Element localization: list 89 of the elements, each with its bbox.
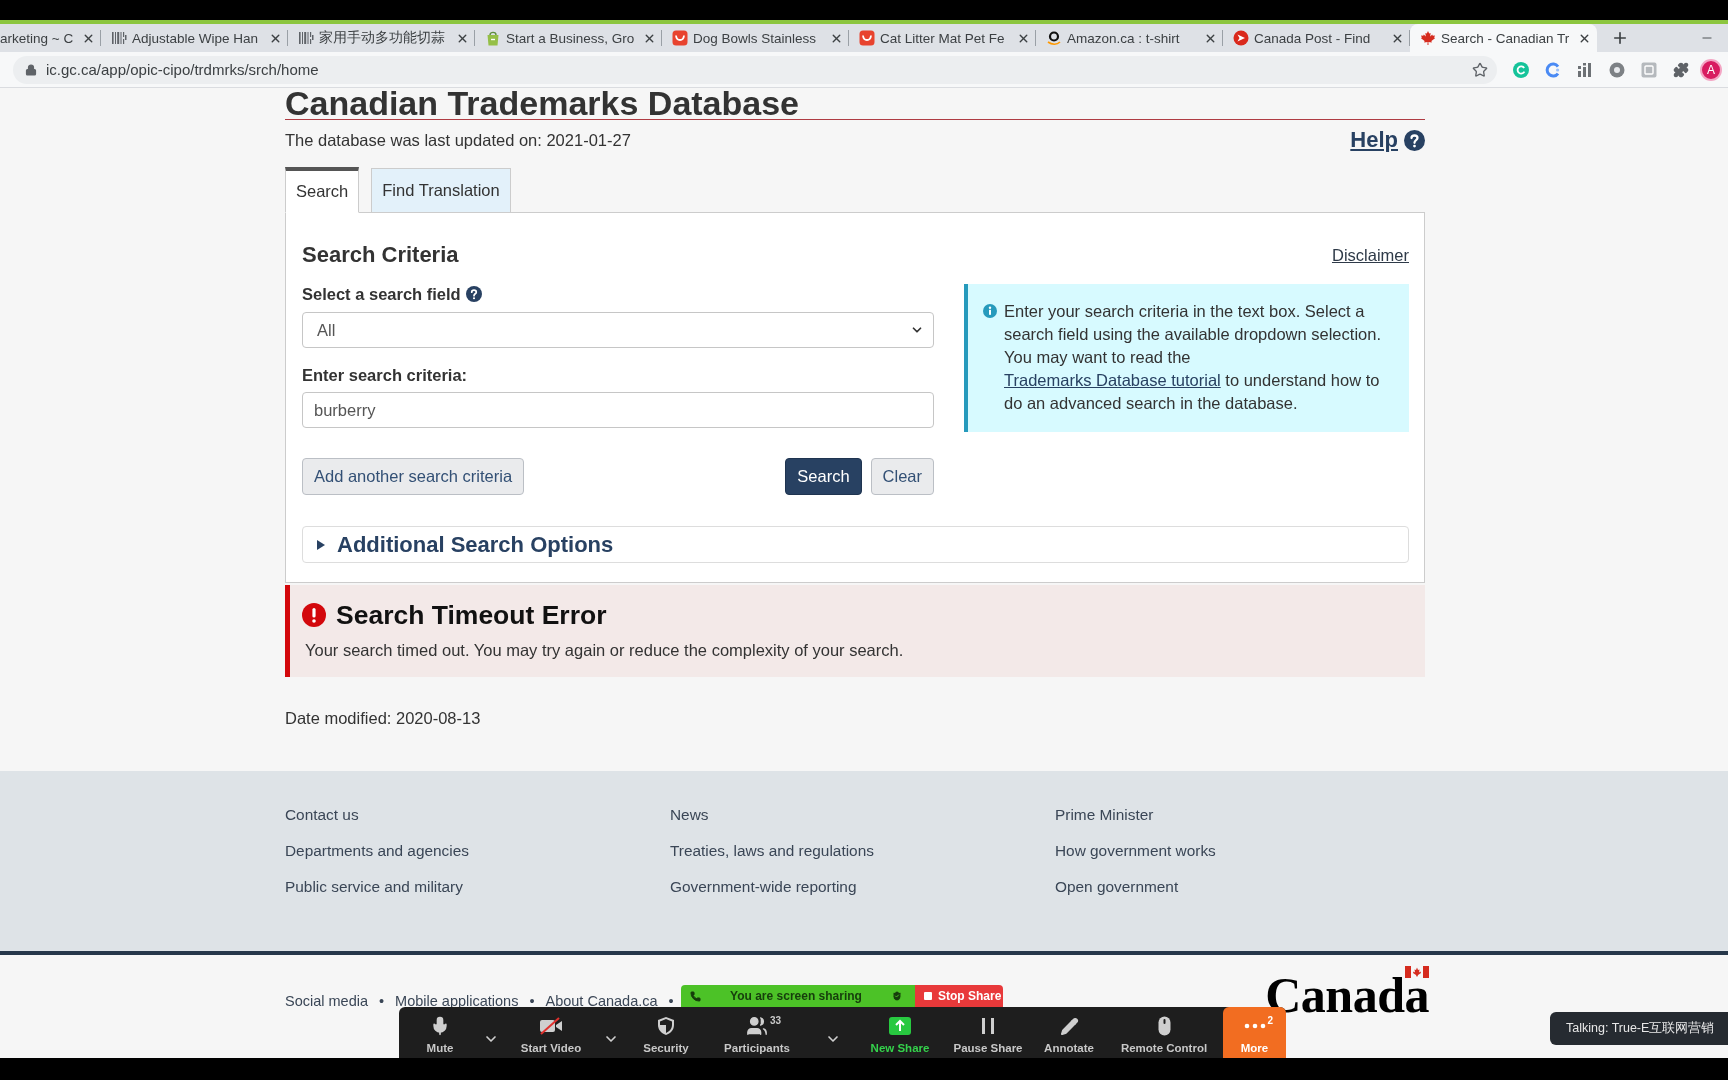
address-bar[interactable]: ic.gc.ca/app/opic-cipo/trdmrks/srch/home xyxy=(13,55,1497,84)
footer-link[interactable]: Departments and agencies xyxy=(285,841,469,861)
add-criteria-button[interactable]: Add another search criteria xyxy=(302,458,525,495)
footer-link[interactable]: Government-wide reporting xyxy=(670,877,857,897)
help-link[interactable]: Help xyxy=(1350,127,1425,153)
clear-button[interactable]: Clear xyxy=(870,458,934,495)
flag-icon xyxy=(1405,966,1429,978)
caret-right-icon xyxy=(317,539,325,550)
pause-share-button[interactable]: Pause Share xyxy=(947,1007,1029,1058)
mute-button[interactable]: Mute xyxy=(409,1007,471,1058)
error-title: Search Timeout Error xyxy=(336,599,607,631)
mouse-icon xyxy=(1157,1016,1171,1036)
additional-options-toggle[interactable]: Additional Search Options xyxy=(302,526,1409,563)
field-label: Enter search criteria: xyxy=(302,365,468,385)
shopping-bag-icon xyxy=(485,30,501,46)
record-icon[interactable] xyxy=(1609,61,1625,78)
ellipsis-icon xyxy=(1243,1023,1266,1029)
section-heading: Search Criteria xyxy=(302,242,459,268)
browser-tab[interactable]: 家用手动多功能切蒜 xyxy=(288,24,475,52)
lock-icon xyxy=(25,63,37,76)
page-tab[interactable]: Find Translation xyxy=(371,168,511,213)
browser-tab[interactable]: Cat Litter Mat Pet Fe xyxy=(849,24,1036,52)
footer-link[interactable]: Public service and military xyxy=(285,877,463,897)
help-icon xyxy=(1404,129,1425,151)
browser-tab[interactable]: Adjustable Wipe Han xyxy=(101,24,288,52)
footer-link[interactable]: Prime Minister xyxy=(1055,805,1154,825)
shield-check-icon xyxy=(891,990,903,1002)
date-modified-text: Date modified: 2020-08-13 xyxy=(285,708,482,728)
browser-tab[interactable]: Search - Canadian Tr xyxy=(1410,24,1597,52)
footer-link[interactable]: About Canada.ca xyxy=(545,993,658,1009)
smile-tile-icon xyxy=(672,30,688,46)
shield-icon xyxy=(657,1016,675,1036)
video-off-icon xyxy=(538,1016,564,1036)
browser-tab[interactable]: Start a Business, Gro xyxy=(475,24,662,52)
people-icon xyxy=(746,1015,768,1037)
tutorial-link[interactable]: Trademarks Database tutorial xyxy=(1004,371,1221,389)
bullet-separator: • xyxy=(529,993,535,1009)
tile-icon[interactable] xyxy=(1641,61,1657,78)
search-criteria-field[interactable]: burberry xyxy=(302,392,934,428)
info-text: Enter your search criteria in the text box. Select a search field using the available dropdown selection. You may want to read the Trademarks Database tutorial to understand how to do an advanced search in the database. xyxy=(1004,301,1382,414)
footer-link[interactable]: News xyxy=(670,805,709,825)
footer-link[interactable]: Contact us xyxy=(285,805,359,825)
pencil-icon xyxy=(1059,1016,1079,1036)
barcode-icon xyxy=(298,30,314,46)
info-icon xyxy=(983,304,997,318)
bars-icon[interactable] xyxy=(1577,61,1593,78)
star-icon[interactable] xyxy=(1472,61,1488,78)
stop-share-button[interactable]: Stop Share xyxy=(915,985,1003,1007)
browser-tab[interactable]: Dog Bowls Stainless xyxy=(662,24,849,52)
remote-control-button[interactable]: Remote Control xyxy=(1109,1007,1219,1058)
search-field-select[interactable]: All xyxy=(302,312,934,348)
error-message: Your search timed out. You may try again or reduce the complexity of your search. xyxy=(305,640,905,661)
search-button[interactable]: Search xyxy=(785,458,862,495)
footer-link[interactable]: Mobile applications xyxy=(395,993,519,1009)
footer-link[interactable]: Open government xyxy=(1055,877,1179,897)
browser-tab[interactable]: Canada Post - Find xyxy=(1223,24,1410,52)
security-button[interactable]: Security xyxy=(631,1007,701,1058)
browser-tab[interactable]: Amazon.ca : t-shirt xyxy=(1036,24,1223,52)
ring-smile-icon xyxy=(1046,30,1062,46)
video-button[interactable]: Start Video xyxy=(511,1007,591,1058)
new-share-button[interactable]: New Share xyxy=(853,1007,947,1058)
ring-icon[interactable] xyxy=(1545,61,1561,78)
share-status-text: You are screen sharing xyxy=(729,989,863,1003)
talking-indicator: Talking: True-E互联网营销 xyxy=(1550,1012,1728,1045)
bullet-separator: • xyxy=(668,993,674,1009)
footer-link[interactable]: Treaties, laws and regulations xyxy=(670,841,874,861)
barcode-icon xyxy=(111,30,127,46)
participants-button[interactable]: 33 Participants xyxy=(701,1007,813,1058)
stop-icon xyxy=(924,992,932,1000)
disclaimer-link[interactable]: Disclaimer xyxy=(1332,245,1409,265)
puzzle-icon[interactable] xyxy=(1673,61,1689,78)
page-tab[interactable]: Search xyxy=(285,167,360,213)
help-icon xyxy=(465,286,482,302)
phone-icon xyxy=(690,990,701,1002)
footer-link[interactable]: How government works xyxy=(1055,841,1216,861)
profile-button[interactable]: A xyxy=(1700,58,1722,81)
page-title: Canadian Trademarks Database xyxy=(285,88,801,118)
last-updated-text: The database was last updated on: 2021-01-27 xyxy=(285,130,631,150)
pause-icon xyxy=(981,1017,995,1035)
plus-icon[interactable] xyxy=(1611,29,1629,47)
footer-link[interactable]: Social media xyxy=(285,993,368,1009)
exclamation-circle-icon xyxy=(302,603,326,627)
microphone-icon xyxy=(430,1016,450,1036)
play-circle-icon xyxy=(1233,30,1249,46)
annotate-button[interactable]: Annotate xyxy=(1029,1007,1109,1058)
browser-tab[interactable]: arketing ~ C xyxy=(0,24,101,52)
bullet-separator: • xyxy=(379,993,385,1009)
smile-tile-icon xyxy=(859,30,875,46)
field-label: Select a search field xyxy=(302,284,461,304)
